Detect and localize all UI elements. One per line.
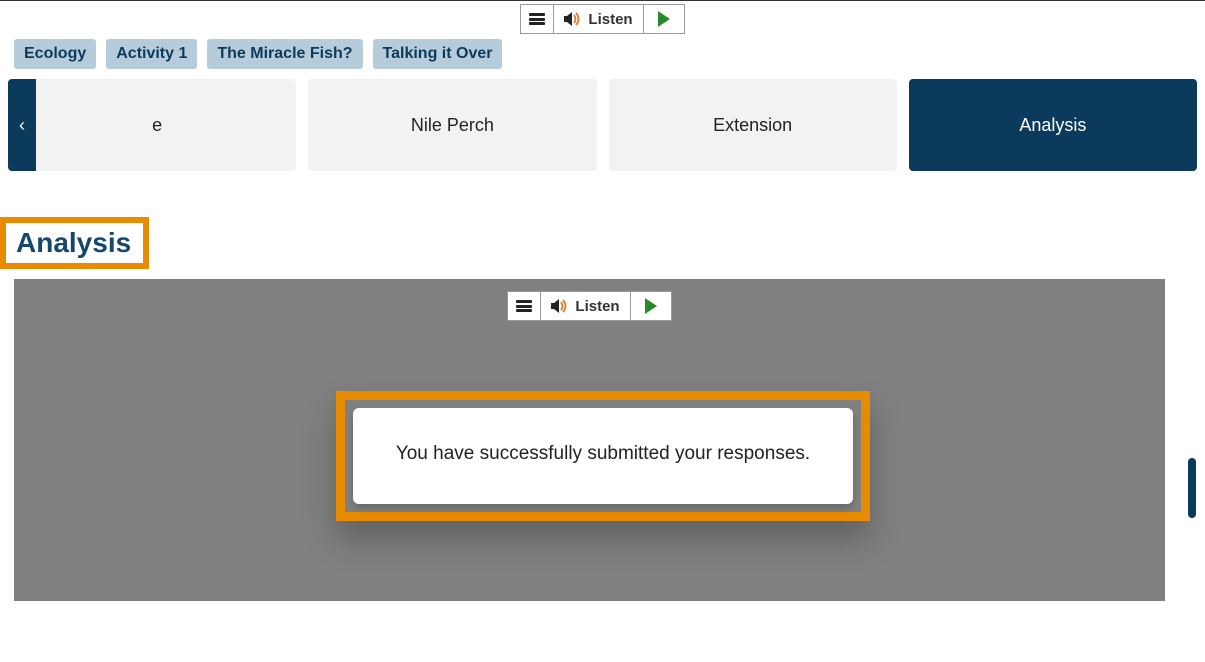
content-frame: Listen You have successfully submitted y… (14, 279, 1165, 601)
listen-toolbar: Listen (507, 291, 671, 321)
listen-button[interactable]: Listen (541, 292, 630, 320)
menu-button[interactable] (521, 5, 554, 33)
breadcrumb-miracle-fish[interactable]: The Miracle Fish? (207, 39, 362, 69)
play-button[interactable] (644, 5, 684, 33)
chevron-left-icon: ‹ (19, 115, 25, 136)
tab-label: Extension (713, 115, 792, 136)
tab-analysis[interactable]: Analysis (909, 79, 1197, 171)
page-title: Analysis (16, 227, 131, 259)
listen-toolbar-top: Listen (0, 1, 1205, 36)
speaker-icon (564, 11, 582, 27)
menu-button[interactable] (508, 292, 541, 320)
listen-toolbar: Listen (520, 4, 684, 34)
page-heading-highlight: Analysis (0, 217, 149, 269)
tab-label: Nile Perch (411, 115, 494, 136)
listen-button[interactable]: Listen (554, 5, 643, 33)
listen-toolbar-content: Listen (14, 291, 1165, 321)
tabs: ‹ e Nile Perch Extension Analysis (0, 79, 1205, 171)
play-button[interactable] (631, 292, 671, 320)
menu-icon (516, 300, 532, 312)
tab-partial-label: e (142, 115, 162, 136)
listen-label: Listen (575, 298, 619, 315)
tab-partial[interactable]: e (8, 79, 296, 171)
menu-icon (529, 13, 545, 25)
success-modal: You have successfully submitted your res… (336, 391, 870, 521)
tab-label: Analysis (1019, 115, 1086, 136)
breadcrumb-talking-over[interactable]: Talking it Over (373, 39, 503, 69)
play-icon (658, 11, 670, 27)
tab-extension[interactable]: Extension (609, 79, 897, 171)
play-icon (645, 298, 657, 314)
breadcrumb-activity-1[interactable]: Activity 1 (106, 39, 197, 69)
listen-label: Listen (588, 11, 632, 28)
speaker-icon (551, 298, 569, 314)
breadcrumb: Ecology Activity 1 The Miracle Fish? Tal… (0, 36, 1205, 79)
tab-nile-perch[interactable]: Nile Perch (308, 79, 596, 171)
tab-prev-button[interactable]: ‹ (8, 79, 36, 171)
scrollbar-thumb[interactable] (1188, 458, 1196, 518)
success-message: You have successfully submitted your res… (353, 408, 853, 504)
breadcrumb-ecology[interactable]: Ecology (14, 39, 96, 69)
